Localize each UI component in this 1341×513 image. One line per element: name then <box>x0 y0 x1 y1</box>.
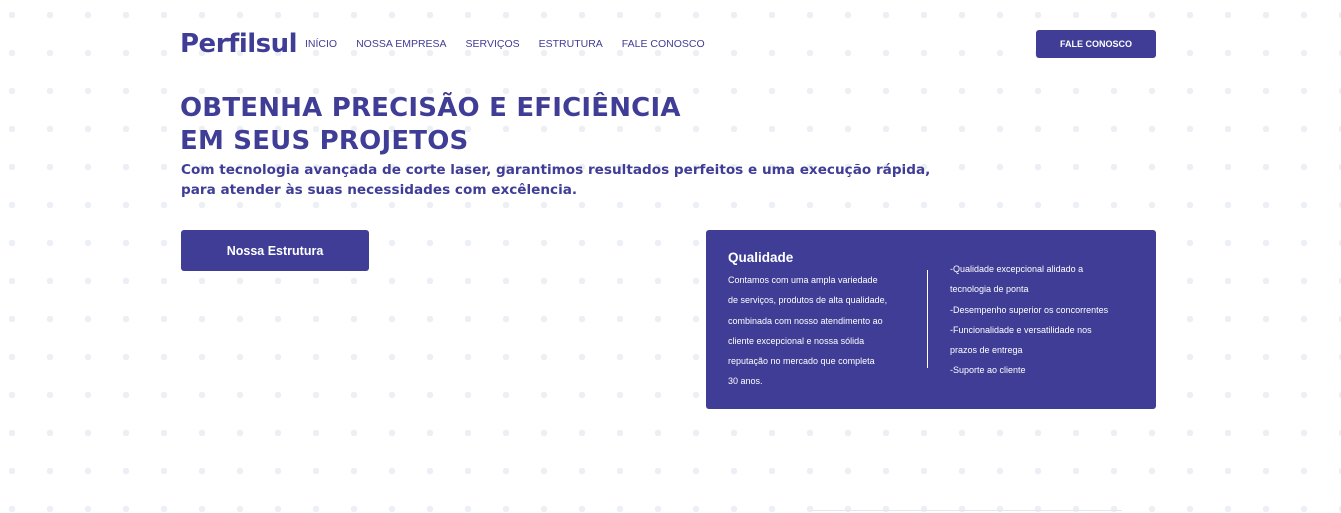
nav-servicos[interactable]: SERVIÇOS <box>466 38 520 50</box>
quality-list: -Qualidade excepcional alidado a tecnolo… <box>950 259 1108 381</box>
quality-description: Contamos com uma ampla variedade de serv… <box>728 270 923 392</box>
quality-list-item: -Suporte ao cliente <box>950 365 1026 376</box>
quality-card: Qualidade Contamos com uma ampla varieda… <box>706 230 1156 409</box>
hero-title-line-2: EM SEUS PROJETOS <box>180 126 469 156</box>
quality-description-line: reputação no mercado que completa <box>728 356 875 367</box>
quality-description-line: combinada com nosso atendimento ao <box>728 315 883 326</box>
nossa-estrutura-button[interactable]: Nossa Estrutura <box>181 230 369 271</box>
hero-subtitle-line-2: para atender às suas necessidades com ex… <box>181 182 578 198</box>
quality-description-line: de serviços, produtos de alta qualidade, <box>728 295 888 306</box>
nav-inicio[interactable]: INÍCIO <box>305 38 337 50</box>
quality-description-line: 30 anos. <box>728 376 763 387</box>
quality-list-item: prazos de entrega <box>950 345 1023 356</box>
hero-title-line-1: OBTENHA PRECISÃO E EFICIÊNCIA <box>180 93 681 123</box>
quality-description-line: cliente excepcional e nossa sólida <box>728 335 865 346</box>
quality-list-item: tecnologia de ponta <box>950 284 1029 295</box>
section-divider <box>812 510 1122 511</box>
quality-description-line: Contamos com uma ampla variedade <box>728 275 878 285</box>
quality-title: Qualidade <box>728 250 794 265</box>
hero-title: OBTENHA PRECISÃO E EFICIÊNCIA EM SEUS PR… <box>180 92 681 158</box>
nav-fale-conosco[interactable]: FALE CONOSCO <box>622 38 705 50</box>
quality-list-item: -Funcionalidade e versatilidade nos <box>950 324 1092 335</box>
hero-subtitle-line-1: Com tecnologia avançada de corte laser, … <box>181 162 931 178</box>
nav-nossa-empresa[interactable]: NOSSA EMPRESA <box>356 38 446 50</box>
hero-subtitle: Com tecnologia avançada de corte laser, … <box>181 160 930 200</box>
fale-conosco-button[interactable]: FALE CONOSCO <box>1036 30 1156 58</box>
card-divider <box>927 270 928 368</box>
nav-estrutura[interactable]: ESTRUTURA <box>539 38 603 50</box>
logo[interactable]: Perfilsul <box>180 28 298 60</box>
quality-list-item: -Desempenho superior os concorrentes <box>950 304 1109 315</box>
quality-list-item: -Qualidade excepcional alidado a <box>950 264 1084 274</box>
main-nav: INÍCIO NOSSA EMPRESA SERVIÇOS ESTRUTURA … <box>305 38 724 50</box>
